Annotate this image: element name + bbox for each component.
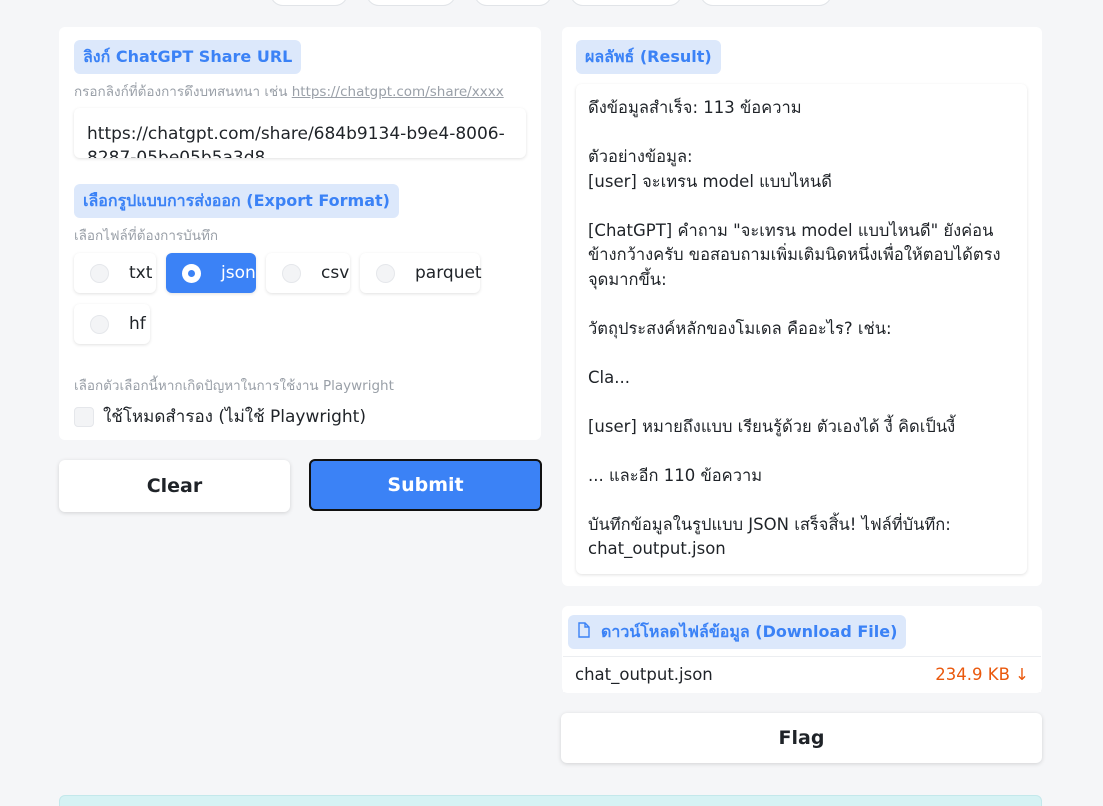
format-option-label: json	[221, 263, 256, 283]
format-option-txt[interactable]: txt	[74, 253, 156, 293]
radio-circle-icon	[376, 263, 395, 283]
download-file-name[interactable]: chat_output.json	[575, 665, 713, 684]
result-line: [user] จะเทรน model แบบไหนดี	[588, 171, 832, 191]
top-tab-pill[interactable]	[474, 0, 552, 6]
result-line: [ChatGPT] คำถาม "จะเทรน model แบบไหนดี" …	[588, 220, 1001, 289]
result-line	[588, 390, 1015, 415]
result-textarea[interactable]: ดึงข้อมูลสำเร็จ: 113 ข้อความตัวอย่างข้อม…	[576, 84, 1027, 574]
format-option-label: parquet	[415, 263, 482, 283]
radio-circle-icon	[282, 263, 301, 283]
format-option-label: csv	[321, 263, 350, 283]
submit-button[interactable]: Submit	[309, 459, 542, 511]
result-line	[588, 194, 1015, 219]
fallback-hint: เลือกตัวเลือกนี้หากเกิดปัญหาในการใช้งาน …	[74, 378, 394, 394]
result-line: ตัวอย่างข้อมูล:	[588, 147, 693, 166]
format-option-label: txt	[129, 263, 153, 283]
result-line: Cla...	[588, 367, 630, 387]
flag-button[interactable]: Flag	[561, 713, 1042, 763]
result-line	[588, 121, 1015, 146]
result-line	[588, 341, 1015, 366]
format-option-parquet[interactable]: parquet	[360, 253, 482, 293]
clear-button[interactable]: Clear	[59, 460, 290, 512]
result-line	[588, 292, 1015, 317]
url-label: ลิงก์ ChatGPT Share URL	[74, 40, 302, 74]
result-line	[588, 439, 1015, 464]
url-hint-text: กรอกลิงก์ที่ต้องการดึงบทสนทนา เช่น	[74, 84, 292, 100]
file-icon	[577, 616, 591, 650]
top-tab-pill[interactable]	[570, 0, 682, 6]
format-label: เลือกรูปแบบการส่งออก (Export Format)	[74, 184, 399, 218]
result-line: [user] หมายถึงแบบ เรียนรู้ด้วย ตัวเองได้…	[588, 416, 956, 436]
fallback-checkbox[interactable]	[74, 406, 94, 427]
download-arrow-icon[interactable]: ↓	[1015, 665, 1029, 684]
result-label: ผลลัพธ์ (Result)	[576, 40, 721, 74]
download-label: ดาวน์โหลดไฟล์ข้อมูล (Download File)	[568, 615, 907, 650]
download-file-row[interactable]: chat_output.json 234.9 KB ↓	[563, 656, 1041, 692]
top-tab-pill[interactable]	[700, 0, 832, 6]
fallback-checkbox-row[interactable]: ใช้โหมดสำรอง (ไม่ใช้ Playwright)	[74, 403, 366, 430]
result-line	[588, 488, 1015, 513]
url-hint: กรอกลิงก์ที่ต้องการดึงบทสนทนา เช่น https…	[74, 80, 504, 102]
result-line: ดึงข้อมูลสำเร็จ: 113 ข้อความ	[588, 98, 802, 117]
file-size-text: 234.9 KB	[935, 665, 1010, 684]
top-tab-pill[interactable]	[366, 0, 456, 6]
format-option-csv[interactable]: csv	[266, 253, 350, 293]
format-hint: เลือกไฟล์ที่ต้องการบันทึก	[74, 228, 219, 244]
format-option-label: hf	[129, 314, 146, 334]
format-option-hf[interactable]: hf	[74, 304, 150, 344]
radio-checked-icon	[182, 263, 201, 283]
result-line: ... และอีก 110 ข้อความ	[588, 465, 763, 485]
url-input[interactable]: https://chatgpt.com/share/684b9134-b9e4-…	[74, 108, 526, 158]
top-tab-pill[interactable]	[270, 0, 348, 6]
result-line: วัตถุประสงค์หลักของโมเดล คืออะไร? เช่น:	[588, 318, 892, 338]
download-label-text: ดาวน์โหลดไฟล์ข้อมูล (Download File)	[601, 622, 898, 641]
url-hint-example-link[interactable]: https://chatgpt.com/share/xxxx	[292, 84, 504, 100]
fallback-checkbox-label[interactable]: ใช้โหมดสำรอง (ไม่ใช้ Playwright)	[103, 403, 366, 430]
radio-circle-icon	[90, 314, 109, 334]
radio-circle-icon	[90, 263, 109, 283]
format-option-json[interactable]: json	[166, 253, 256, 293]
bottom-info-banner	[59, 795, 1042, 806]
result-line: บันทึกข้อมูลในรูปแบบ JSON เสร็จสิ้น! ไฟล…	[588, 514, 951, 559]
download-file-size[interactable]: 234.9 KB ↓	[935, 665, 1029, 684]
